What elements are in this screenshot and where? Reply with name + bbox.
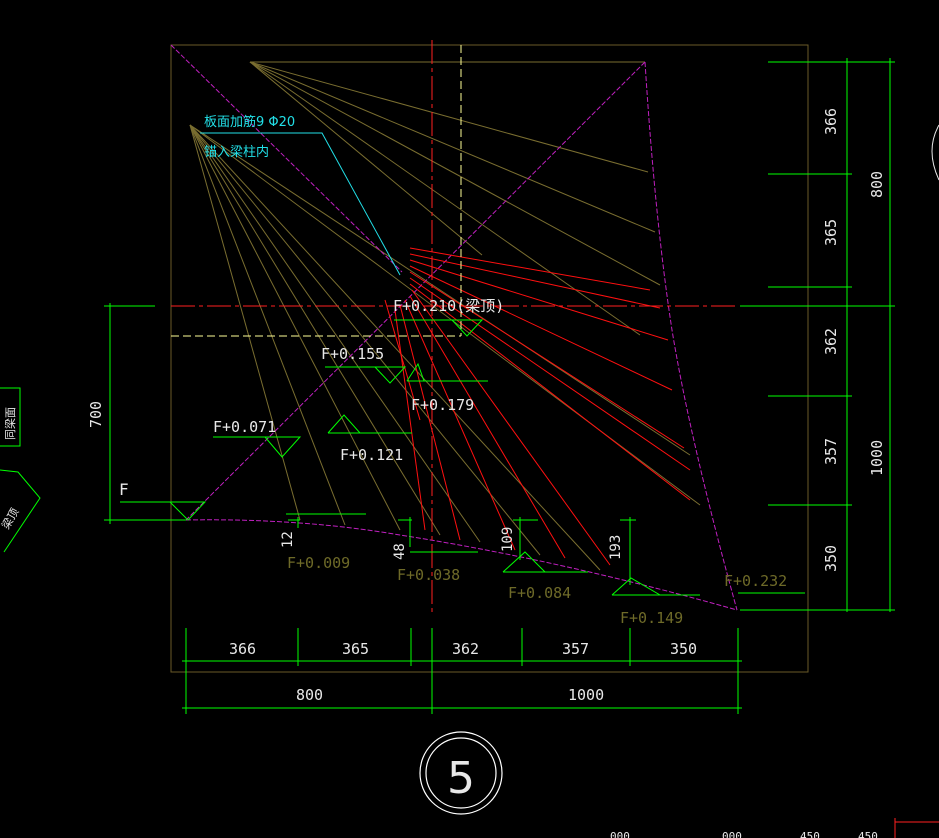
elevation-155: F+0.155 — [321, 345, 384, 363]
elevation-084: F+0.084 — [508, 584, 571, 602]
right-dim-total-1000: 1000 — [868, 440, 886, 476]
right-dim-total-800: 800 — [868, 171, 886, 198]
elevation-009: F+0.009 — [287, 554, 350, 572]
left-dimension — [104, 303, 155, 524]
elevation-071: F+0.071 — [213, 418, 276, 436]
right-dimension-chain — [740, 58, 895, 612]
right-dim-365: 365 — [822, 219, 840, 246]
small-dim-12: 12 — [280, 531, 296, 548]
elevation-038: F+0.038 — [397, 566, 460, 584]
right-dim-357: 357 — [822, 438, 840, 465]
small-dim-109: 109 — [500, 527, 516, 552]
elevation-149: F+0.149 — [620, 609, 683, 627]
elevation-121: F+0.121 — [340, 446, 403, 464]
right-dim-366: 366 — [822, 108, 840, 135]
bottom-edge-label-3: 450 — [800, 830, 820, 838]
right-dim-350: 350 — [822, 545, 840, 572]
right-dim-362: 362 — [822, 328, 840, 355]
annotation-line1: 板面加筋9 Φ20 — [204, 114, 295, 130]
elevation-232: F+0.232 — [724, 572, 787, 590]
left-edge-label-bottom: 梁顶 — [0, 505, 22, 531]
right-edge-arc — [931, 124, 939, 181]
bottom-edge-label-1: 000 — [610, 830, 630, 838]
left-dim-700: 700 — [87, 401, 105, 428]
bottom-dim-total-1000: 1000 — [568, 686, 604, 704]
bottom-dim-362: 362 — [452, 640, 479, 658]
detail-number: 5 — [447, 753, 475, 804]
bottom-edge-label-2: 000 — [722, 830, 742, 838]
small-dim-48: 48 — [392, 543, 408, 560]
bottom-dim-366: 366 — [229, 640, 256, 658]
elevation-f: F — [119, 480, 129, 499]
elevation-179: F+0.179 — [411, 396, 474, 414]
left-edge-label-top: 同梁面 — [3, 407, 17, 440]
bottom-dim-365: 365 — [342, 640, 369, 658]
small-dim-193: 193 — [608, 535, 624, 560]
bottom-dim-350: 350 — [670, 640, 697, 658]
elevation-beam-top: F+0.210(梁顶) — [393, 297, 504, 315]
annotation-line2: 锚入梁柱内 — [204, 144, 269, 160]
bottom-edge-label-4: 450 — [858, 830, 878, 838]
bottom-dim-357: 357 — [562, 640, 589, 658]
hidden-beam-lines — [171, 45, 462, 337]
bottom-dim-total-800: 800 — [296, 686, 323, 704]
